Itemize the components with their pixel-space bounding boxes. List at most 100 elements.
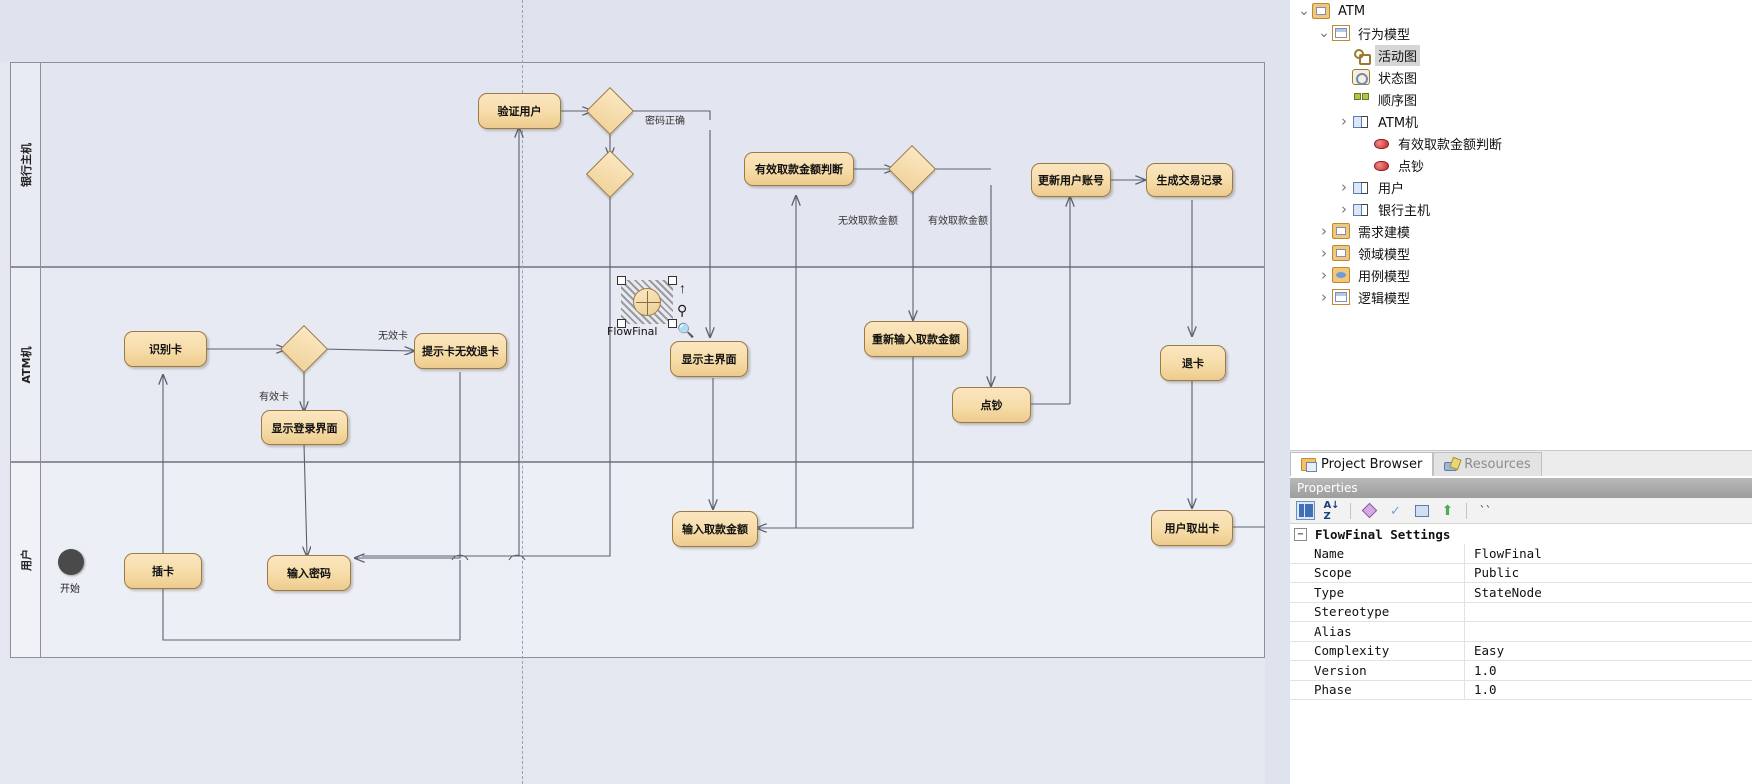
property-key: Version bbox=[1290, 661, 1465, 680]
tree-item[interactable]: 顺序图 bbox=[1290, 88, 1752, 110]
activity-node-count-cash[interactable]: 点钞 bbox=[952, 387, 1031, 423]
activity-node-update-account[interactable]: 更新用户账号 bbox=[1031, 163, 1111, 197]
activity-diagram[interactable]: 银行主机 ATM机 用户 验证用户 有效取款金额判断 更新用户账号 生成交易记录… bbox=[0, 0, 1265, 784]
tab-resources[interactable]: Resources bbox=[1433, 452, 1542, 476]
pin-icon[interactable]: ⚲ bbox=[677, 302, 687, 319]
tree-item[interactable]: › 用例模型 bbox=[1290, 264, 1752, 286]
tree-item-label: 用户 bbox=[1378, 181, 1405, 197]
properties-group-header[interactable]: − FlowFinal Settings bbox=[1290, 524, 1752, 544]
tree-item[interactable]: 状态图 bbox=[1290, 66, 1752, 88]
project-browser-tree[interactable]: ⌄ ATM ⌄ 行为模型 活动图 状态图 顺序图 › ATM机有效取款金额判断 点钞 › 用户 › 银行主… bbox=[1290, 0, 1752, 448]
property-value[interactable]: 1.0 bbox=[1465, 681, 1752, 700]
activity-node-valid-amount-judge[interactable]: 有效取款金额判断 bbox=[744, 152, 854, 186]
property-value[interactable]: StateNode bbox=[1465, 583, 1752, 602]
image-icon[interactable] bbox=[1412, 501, 1431, 520]
properties-toolbar[interactable]: A↓ Z ✓ ⬆ `` bbox=[1290, 498, 1752, 524]
expander-icon[interactable]: › bbox=[1316, 222, 1332, 240]
package-icon bbox=[1332, 245, 1350, 261]
property-value[interactable] bbox=[1465, 622, 1752, 641]
property-row[interactable]: Alias bbox=[1290, 622, 1752, 642]
tree-item-label: 用例模型 bbox=[1358, 269, 1411, 285]
tree-item[interactable]: › ATM机 bbox=[1290, 110, 1752, 132]
property-row[interactable]: Scope Public bbox=[1290, 563, 1752, 583]
expander-icon[interactable]: ⌄ bbox=[1296, 4, 1312, 18]
tree-item[interactable]: › 需求建模 bbox=[1290, 220, 1752, 242]
activity-node-enter-amount[interactable]: 输入取款金额 bbox=[672, 511, 758, 547]
activity-node-user-take-card[interactable]: 用户取出卡 bbox=[1151, 510, 1233, 546]
tree-item[interactable]: 有效取款金额判断 bbox=[1290, 132, 1752, 154]
resize-handle-nw[interactable] bbox=[617, 276, 626, 285]
properties-grid[interactable]: − FlowFinal Settings Name FlowFinal Scope P… bbox=[1290, 524, 1752, 784]
expander-icon[interactable]: › bbox=[1336, 178, 1352, 196]
tree-item[interactable]: › 银行主机 bbox=[1290, 198, 1752, 220]
usecase-icon bbox=[1332, 267, 1350, 283]
activity-node-reenter-amount[interactable]: 重新输入取款金额 bbox=[864, 321, 968, 357]
right-docked-panels: ⌄ ATM ⌄ 行为模型 活动图 状态图 顺序图 › ATM机有效取款金额判断 点钞 › 用户 › 银行主… bbox=[1290, 0, 1752, 784]
expander-icon[interactable]: › bbox=[1336, 112, 1352, 130]
diagram-canvas[interactable]: 银行主机 ATM机 用户 验证用户 有效取款金额判断 更新用户账号 生成交易记录… bbox=[0, 0, 1265, 784]
activity-node-gen-trans-record[interactable]: 生成交易记录 bbox=[1146, 163, 1233, 197]
property-value[interactable]: Easy bbox=[1465, 642, 1752, 661]
expander-icon[interactable]: › bbox=[1316, 266, 1332, 284]
tree-item[interactable]: › 用户 bbox=[1290, 176, 1752, 198]
diamond-icon[interactable] bbox=[1360, 501, 1379, 520]
operation-icon bbox=[1372, 157, 1390, 173]
activity-node-show-main-ui[interactable]: 显示主界面 bbox=[670, 341, 748, 377]
property-key: Stereotype bbox=[1290, 602, 1465, 621]
tree-item-label: 有效取款金额判断 bbox=[1398, 137, 1503, 153]
activity-node-enter-password[interactable]: 输入密码 bbox=[267, 555, 351, 591]
property-key: Name bbox=[1290, 544, 1465, 563]
expander-icon[interactable]: › bbox=[1336, 200, 1352, 218]
property-value[interactable] bbox=[1465, 603, 1752, 622]
expander-icon[interactable]: ⌄ bbox=[1316, 26, 1332, 40]
expander-icon[interactable]: › bbox=[1316, 244, 1332, 262]
property-row[interactable]: Phase 1.0 bbox=[1290, 680, 1752, 700]
categorized-icon[interactable] bbox=[1296, 501, 1315, 520]
property-row[interactable]: Name FlowFinal bbox=[1290, 544, 1752, 564]
flow-final-node[interactable]: FlowFinal ↑ ⚲ 🔍 bbox=[607, 276, 694, 338]
property-row[interactable]: Stereotype bbox=[1290, 602, 1752, 622]
start-node[interactable] bbox=[58, 549, 84, 575]
arrow-up-icon[interactable]: ↑ bbox=[679, 280, 686, 296]
tree-item-label: 活动图 bbox=[1375, 44, 1421, 66]
tree-item[interactable]: 点钞 bbox=[1290, 154, 1752, 176]
tree-item-label: ATM bbox=[1338, 3, 1366, 19]
property-value[interactable]: 1.0 bbox=[1465, 661, 1752, 680]
activity-node-verify-user[interactable]: 验证用户 bbox=[478, 93, 561, 129]
property-row[interactable]: Type StateNode bbox=[1290, 583, 1752, 603]
property-row[interactable]: Version 1.0 bbox=[1290, 661, 1752, 681]
tree-item[interactable]: › 逻辑模型 bbox=[1290, 286, 1752, 308]
expander-icon[interactable]: › bbox=[1316, 288, 1332, 306]
tree-item[interactable]: › 领域模型 bbox=[1290, 242, 1752, 264]
properties-panel: Properties A↓ Z ✓ ⬆ `` − FlowFinal Settin… bbox=[1290, 478, 1752, 784]
class-icon bbox=[1352, 113, 1370, 129]
tree-item-label: 点钞 bbox=[1398, 159, 1425, 175]
activity-node-insert-card[interactable]: 插卡 bbox=[124, 553, 202, 589]
tree-item[interactable]: ⌄ ATM bbox=[1290, 0, 1752, 22]
activity-node-identify-card[interactable]: 识别卡 bbox=[124, 331, 207, 367]
magnifier-icon[interactable]: 🔍 bbox=[677, 322, 694, 339]
panel-tab-strip[interactable]: Project Browser Resources bbox=[1290, 450, 1752, 476]
property-value[interactable]: Public bbox=[1465, 564, 1752, 583]
toolbar-separator bbox=[1350, 502, 1351, 519]
collapse-icon[interactable]: − bbox=[1294, 527, 1307, 541]
resize-handle-ne[interactable] bbox=[668, 276, 677, 285]
glasses-icon[interactable]: `` bbox=[1476, 501, 1495, 520]
package-icon bbox=[1312, 3, 1330, 19]
property-row[interactable]: Complexity Easy bbox=[1290, 641, 1752, 661]
tree-item[interactable]: 活动图 bbox=[1290, 44, 1752, 66]
edge-label-invalid-amount: 无效取款金额 bbox=[838, 216, 898, 227]
activity-diagram-icon bbox=[1352, 47, 1371, 65]
check-icon[interactable]: ✓ bbox=[1386, 501, 1405, 520]
sort-az-icon[interactable]: A↓ Z bbox=[1322, 500, 1341, 522]
property-value[interactable]: FlowFinal bbox=[1465, 544, 1752, 563]
arrow-up-icon[interactable]: ⬆ bbox=[1438, 501, 1457, 520]
tab-project-browser[interactable]: Project Browser bbox=[1290, 452, 1434, 476]
resize-handle-se[interactable] bbox=[668, 319, 677, 328]
activity-node-prompt-invalid-card[interactable]: 提示卡无效退卡 bbox=[414, 333, 507, 369]
tree-item-label: 逻辑模型 bbox=[1358, 291, 1411, 307]
tree-item[interactable]: ⌄ 行为模型 bbox=[1290, 22, 1752, 44]
activity-node-show-login-ui[interactable]: 显示登录界面 bbox=[261, 410, 348, 445]
activity-node-eject-card[interactable]: 退卡 bbox=[1160, 345, 1226, 381]
property-key: Phase bbox=[1290, 680, 1465, 699]
